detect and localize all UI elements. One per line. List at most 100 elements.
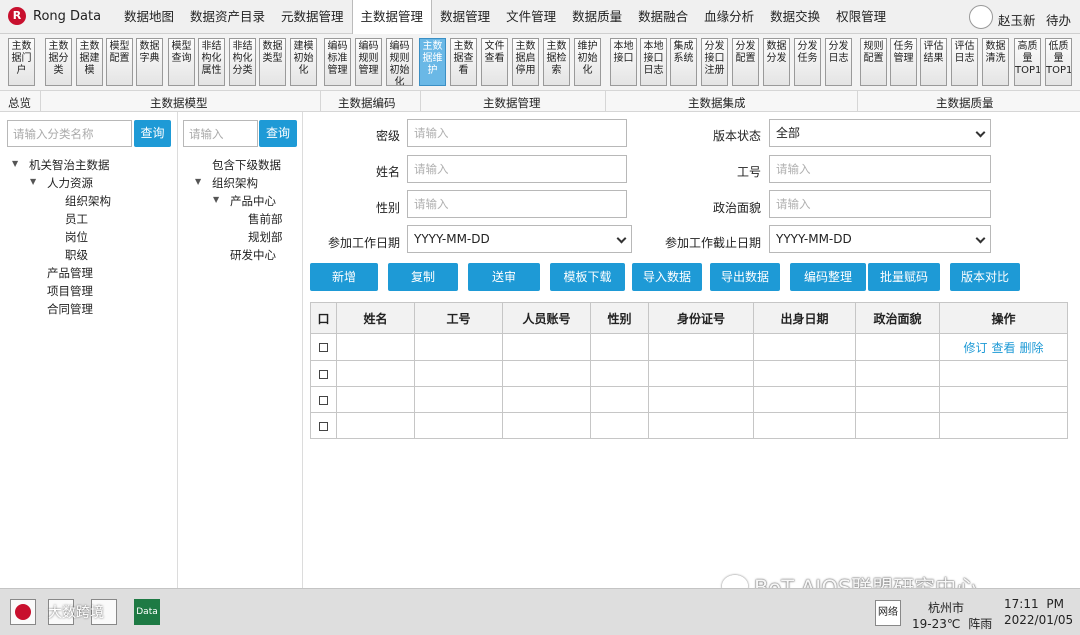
employee-id-input[interactable] xyxy=(769,155,991,183)
row-checkbox[interactable] xyxy=(319,395,328,405)
row-op-link[interactable]: 删除 xyxy=(1020,341,1044,355)
data-app-icon[interactable]: Data xyxy=(134,599,160,625)
name-input[interactable] xyxy=(407,155,627,183)
action-button[interactable]: 导入数据 xyxy=(632,263,702,291)
toolbar-button[interactable]: 建模初始化 xyxy=(290,38,317,86)
tree-node[interactable]: 组织架构 xyxy=(212,175,258,191)
toolbar-button[interactable]: 模型查询 xyxy=(168,38,195,86)
action-button[interactable]: 模板下载 xyxy=(550,263,625,291)
action-button[interactable]: 版本对比 xyxy=(950,263,1020,291)
tree-node[interactable]: 产品管理 xyxy=(47,265,93,281)
menu-item[interactable]: 数据资产目录 xyxy=(182,0,273,34)
work-start-date-select[interactable]: YYYY-MM-DD xyxy=(407,225,632,253)
tree-node[interactable]: 职级 xyxy=(65,247,88,263)
gender-input[interactable] xyxy=(407,190,627,218)
tree-node[interactable]: 员工 xyxy=(65,211,88,227)
user-avatar-icon[interactable] xyxy=(969,5,993,29)
tree-node[interactable]: 研发中心 xyxy=(230,247,276,263)
todo-link[interactable]: 待办 xyxy=(1046,10,1071,29)
action-button[interactable]: 新增 xyxy=(310,263,378,291)
toolbar-button[interactable]: 数据分发 xyxy=(763,38,790,86)
toolbar-button[interactable]: 任务管理 xyxy=(890,38,917,86)
tree-node[interactable]: 售前部 xyxy=(248,211,283,227)
toolbar-button[interactable]: 主数据门户 xyxy=(8,38,35,86)
work-end-date-select[interactable]: YYYY-MM-DD xyxy=(769,225,991,253)
toolbar-button[interactable]: 主数据查看 xyxy=(450,38,477,86)
tree-node[interactable]: 人力资源 xyxy=(47,175,93,191)
toolbar-button[interactable]: 主数据分类 xyxy=(45,38,72,86)
secret-level-input[interactable] xyxy=(407,119,627,147)
action-button[interactable]: 批量赋码 xyxy=(868,263,940,291)
toolbar-button[interactable]: 数据清洗 xyxy=(982,38,1009,86)
menu-item[interactable]: 血缘分析 xyxy=(696,0,762,34)
toolbar-button[interactable]: 分发接口注册 xyxy=(701,38,728,86)
tree-node[interactable]: 机关智治主数据 xyxy=(29,157,110,173)
tree-node[interactable]: 规划部 xyxy=(248,229,283,245)
tree-node[interactable]: 岗位 xyxy=(65,229,88,245)
toolbar-button[interactable]: 维护初始化 xyxy=(574,38,601,86)
menu-item[interactable]: 主数据管理 xyxy=(351,0,433,35)
org-search-input[interactable] xyxy=(183,120,258,147)
row-op-link[interactable]: 查看 xyxy=(991,341,1015,355)
expand-arrow-icon[interactable]: ▼ xyxy=(12,159,18,168)
political-status-input[interactable] xyxy=(769,190,991,218)
menu-item[interactable]: 数据质量 xyxy=(564,0,630,34)
toolbar-button[interactable]: 编码标准管理 xyxy=(324,38,351,86)
menu-item[interactable]: 文件管理 xyxy=(498,0,564,34)
toolbar-button[interactable]: 高质量TOP10 xyxy=(1014,38,1041,86)
toolbar-button[interactable]: 评估结果 xyxy=(920,38,947,86)
toolbar-button[interactable]: 分发日志 xyxy=(825,38,852,86)
toolbar-button[interactable]: 文件查看 xyxy=(481,38,508,86)
toolbar-button[interactable]: 主数据建模 xyxy=(76,38,103,86)
network-icon[interactable]: 网络 xyxy=(875,600,901,626)
toolbar-button[interactable]: 编码规则管理 xyxy=(355,38,382,86)
toolbar-button[interactable]: 低质量TOP10 xyxy=(1045,38,1072,86)
toolbar-button[interactable]: 主数据维护 xyxy=(419,38,446,86)
category-search-button[interactable]: 查询 xyxy=(134,120,171,147)
action-button[interactable]: 编码整理 xyxy=(790,263,866,291)
tree-node[interactable]: 包含下级数据 xyxy=(212,157,281,173)
expand-arrow-icon[interactable]: ▼ xyxy=(30,177,36,186)
category-search-input[interactable] xyxy=(7,120,132,147)
row-checkbox[interactable] xyxy=(319,343,328,352)
menu-item[interactable]: 数据融合 xyxy=(630,0,696,34)
toolbar-button[interactable]: 分发任务 xyxy=(794,38,821,86)
expand-arrow-icon[interactable]: ▼ xyxy=(213,195,219,204)
menu-item[interactable]: 数据地图 xyxy=(116,0,182,34)
toolbar-button[interactable]: 编码规则初始化 xyxy=(386,38,413,86)
tree-node[interactable]: 产品中心 xyxy=(230,193,276,209)
toolbar-button[interactable]: 集成系统 xyxy=(670,38,697,86)
select-all-header[interactable]: 口 xyxy=(310,302,337,334)
menu-item[interactable]: 数据交换 xyxy=(762,0,828,34)
tree-node[interactable]: 项目管理 xyxy=(47,283,93,299)
action-button[interactable]: 复制 xyxy=(388,263,458,291)
menu-item[interactable]: 权限管理 xyxy=(828,0,894,34)
column-header: 政治面貌 xyxy=(855,302,940,334)
toolbar-button[interactable]: 非结构化属性 xyxy=(198,38,225,86)
version-status-select[interactable]: 全部 xyxy=(769,119,991,147)
tree-node[interactable]: 组织架构 xyxy=(65,193,111,209)
expand-arrow-icon[interactable]: ▼ xyxy=(195,177,201,186)
toolbar-group-labels: 总览 主数据模型 主数据编码 主数据管理 主数据集成 主数据质量 xyxy=(0,90,1080,112)
row-checkbox[interactable] xyxy=(319,369,328,379)
toolbar-button[interactable]: 本地接口日志 xyxy=(640,38,667,86)
toolbar-button[interactable]: 主数据检索 xyxy=(543,38,570,86)
user-name[interactable]: 赵玉新 xyxy=(998,10,1036,29)
toolbar-button[interactable]: 数据字典 xyxy=(136,38,163,86)
toolbar-button[interactable]: 分发配置 xyxy=(732,38,759,86)
toolbar-button[interactable]: 非结构化分类 xyxy=(229,38,256,86)
action-button[interactable]: 送审 xyxy=(468,263,540,291)
row-op-link[interactable]: 修订 xyxy=(963,341,987,355)
rong-data-taskbar-icon[interactable] xyxy=(10,599,36,625)
toolbar-button[interactable]: 本地接口 xyxy=(610,38,637,86)
row-checkbox[interactable] xyxy=(319,421,328,431)
toolbar-button[interactable]: 规则配置 xyxy=(860,38,887,86)
toolbar-button[interactable]: 模型配置 xyxy=(106,38,133,86)
tree-node[interactable]: 合同管理 xyxy=(47,301,93,317)
action-button[interactable]: 导出数据 xyxy=(710,263,780,291)
toolbar-button[interactable]: 主数据启停用 xyxy=(512,38,539,86)
toolbar-button[interactable]: 数据类型 xyxy=(259,38,286,86)
menu-item[interactable]: 元数据管理 xyxy=(273,0,352,34)
toolbar-button[interactable]: 评估日志 xyxy=(951,38,978,86)
menu-item[interactable]: 数据管理 xyxy=(432,0,498,34)
